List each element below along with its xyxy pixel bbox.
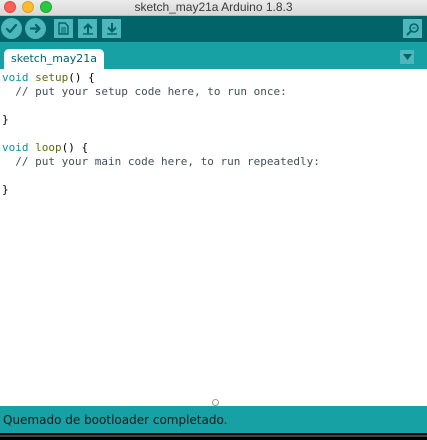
code-comment: // put your main code here, to run repea… — [2, 155, 320, 168]
arrow-right-icon — [29, 23, 41, 34]
code-text: () { — [61, 141, 89, 154]
tab-sketch[interactable]: sketch_may21a — [4, 49, 104, 69]
verify-button[interactable] — [1, 18, 22, 39]
code-text: () { — [68, 71, 95, 84]
code-line: void setup() { — [2, 71, 95, 85]
function-name: setup — [35, 71, 69, 84]
keyword: void — [2, 71, 29, 84]
upload-button[interactable] — [25, 18, 46, 39]
serial-monitor-button[interactable] — [403, 19, 422, 38]
status-message: Quemado de bootloader completado. — [3, 413, 228, 427]
console-scrollbar[interactable] — [0, 435, 427, 437]
title-bar: sketch_may21a Arduino 1.8.3 — [0, 0, 427, 16]
panel-splitter[interactable] — [0, 398, 427, 406]
keyword: void — [2, 141, 29, 154]
code-line: } — [2, 113, 9, 126]
new-sketch-button[interactable] — [54, 19, 73, 38]
document-icon — [58, 22, 69, 35]
tab-bar: sketch_may21a — [0, 42, 427, 69]
code-line: } — [2, 183, 9, 196]
window-title: sketch_may21a Arduino 1.8.3 — [134, 0, 293, 14]
magnifier-icon — [406, 22, 419, 35]
open-button[interactable] — [78, 19, 97, 38]
triangle-down-icon — [402, 54, 412, 60]
toolbar — [0, 16, 427, 42]
arrow-down-icon — [106, 23, 117, 35]
code-comment: // put your setup code here, to run once… — [2, 85, 287, 98]
code-line: void loop() { — [2, 141, 88, 155]
function-name: loop — [35, 141, 62, 154]
tab-menu-button[interactable] — [400, 50, 414, 64]
save-button[interactable] — [102, 19, 121, 38]
status-bar: Quemado de bootloader completado. — [0, 406, 427, 433]
code-editor[interactable]: void setup() { // put your setup code he… — [0, 69, 427, 406]
checkmark-icon — [5, 23, 18, 34]
splitter-handle-icon — [211, 398, 219, 406]
arrow-up-icon — [82, 23, 93, 35]
